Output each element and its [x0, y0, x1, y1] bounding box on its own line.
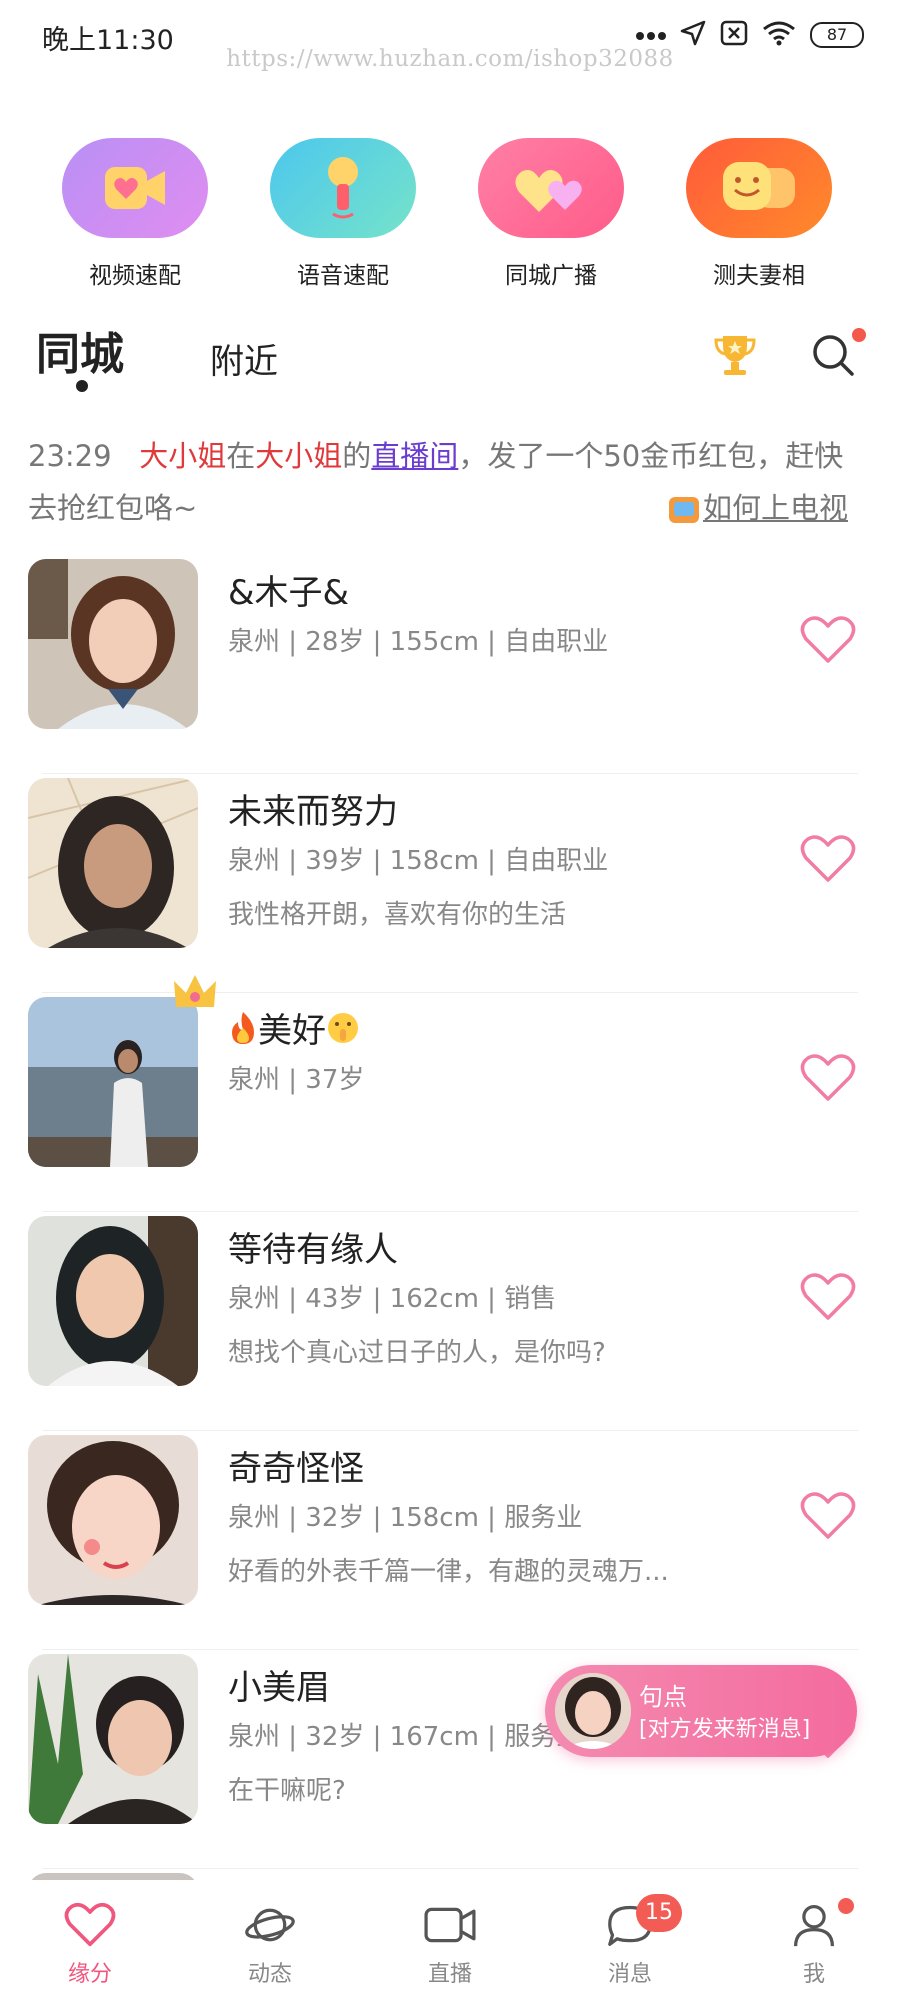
heart-icon: [30, 1902, 150, 1952]
notice-time: 23:29: [28, 439, 112, 473]
user-meta: 泉州 | 32岁 | 167cm | 服务业: [228, 1722, 583, 1752]
quick-entry-label: 同城广播: [505, 263, 597, 289]
location-arrow-icon: [680, 20, 706, 50]
notification-dot: [852, 328, 866, 342]
notice-text: 在: [226, 439, 256, 473]
quick-entry-label: 视频速配: [89, 263, 181, 289]
message-sender-name: 句点: [639, 1683, 687, 1711]
user-bio: 想找个真心过日子的人，是你吗?: [228, 1338, 606, 1368]
status-bar: 晚上11:30 https://www.huzhan.com/ishop3208…: [0, 0, 900, 75]
nav-label: 消息: [607, 1962, 652, 1987]
list-item[interactable]: &木子& 泉州 | 28岁 | 155cm | 自由职业: [0, 555, 900, 774]
like-heart-icon[interactable]: [800, 834, 856, 888]
user-name: &木子&: [228, 573, 350, 613]
user-meta: 泉州 | 39岁 | 158cm | 自由职业: [228, 846, 609, 876]
like-heart-icon[interactable]: [800, 1272, 856, 1326]
sim-off-icon: [720, 20, 748, 50]
avatar[interactable]: [28, 997, 198, 1167]
avatar[interactable]: [28, 778, 198, 948]
nav-label: 缘分: [67, 1962, 112, 1987]
tab-same-city[interactable]: 同城: [36, 318, 124, 382]
tab-nearby[interactable]: 附近: [210, 334, 278, 383]
user-meta: 泉州 | 32岁 | 158cm | 服务业: [228, 1503, 583, 1533]
video-camera-icon: [390, 1902, 510, 1952]
notice-host[interactable]: 大小姐: [255, 439, 342, 473]
unread-badge: 15: [636, 1894, 682, 1932]
tv-icon: [668, 497, 699, 523]
avatar: [555, 1673, 631, 1749]
search-icon[interactable]: [810, 332, 856, 382]
active-tab-indicator: [76, 380, 88, 392]
bottom-navigation: 缘分 动态 直播 15 消息 我: [0, 1880, 900, 2000]
nav-tab-live[interactable]: 直播: [390, 1902, 510, 1988]
quick-entry-video-match[interactable]: 视频速配: [60, 138, 210, 290]
wifi-icon: [762, 20, 796, 50]
user-name: 美好: [258, 1011, 326, 1051]
more-dots-icon: [636, 26, 666, 45]
shush-face-icon: [326, 1011, 360, 1054]
like-heart-icon[interactable]: [800, 1491, 856, 1545]
quick-entry-label: 测夫妻相: [713, 263, 805, 289]
avatar[interactable]: [28, 559, 198, 729]
user-bio: 好看的外表千篇一律，有趣的灵魂万...: [228, 1557, 669, 1587]
how-to-get-on-tv-link[interactable]: 如何上电视: [668, 482, 848, 534]
battery-indicator: 87: [810, 22, 864, 48]
status-icons: 87: [636, 20, 864, 50]
avatar[interactable]: [28, 1435, 198, 1605]
quick-entries: 视频速配 语音速配 同城广播 测夫妻相: [0, 138, 900, 290]
microphone-icon: [270, 138, 416, 238]
new-message-popup[interactable]: 句点 [对方发来新消息]: [545, 1665, 857, 1757]
avatar[interactable]: [28, 1216, 198, 1386]
nav-tab-messages[interactable]: 15 消息: [570, 1894, 690, 1988]
user-meta: 泉州 | 28岁 | 155cm | 自由职业: [228, 627, 609, 657]
quick-entry-label: 语音速配: [297, 263, 389, 289]
quick-entry-voice-match[interactable]: 语音速配: [268, 138, 418, 290]
quick-entry-couple-face[interactable]: 测夫妻相: [684, 138, 834, 290]
tab-bar: 同城 附近: [0, 312, 900, 392]
nav-tab-moments[interactable]: 动态: [210, 1902, 330, 1988]
tv-link-label: 如何上电视: [702, 491, 848, 525]
user-name: 小美眉: [228, 1668, 330, 1708]
message-preview: [对方发来新消息]: [639, 1717, 811, 1742]
user-name: 未来而努力: [228, 792, 398, 832]
user-meta: 泉州 | 43岁 | 162cm | 销售: [228, 1284, 557, 1314]
user-bio: 我性格开朗，喜欢有你的生活: [228, 900, 567, 930]
user-name: 奇奇怪怪: [228, 1449, 364, 1489]
red-packet-notice[interactable]: 23:29 大小姐在大小姐的直播间，发了一个50金币红包，赶快去抢红包咯~ 如何…: [28, 430, 848, 534]
user-meta: 泉州 | 37岁: [228, 1065, 365, 1095]
trophy-icon[interactable]: [712, 332, 758, 382]
nav-label: 直播: [427, 1962, 472, 1987]
list-item[interactable]: 美好 泉州 | 37岁: [0, 975, 900, 1212]
user-bio: 在干嘛呢?: [228, 1776, 346, 1806]
notice-user[interactable]: 大小姐: [139, 439, 226, 473]
avatar[interactable]: [28, 1654, 198, 1824]
video-heart-icon: [62, 138, 208, 238]
nav-label: 动态: [247, 1962, 292, 1987]
list-item[interactable]: 等待有缘人 泉州 | 43岁 | 162cm | 销售 想找个真心过日子的人，是…: [0, 1212, 900, 1431]
person-icon: [754, 1902, 874, 1952]
user-name: 等待有缘人: [228, 1230, 398, 1270]
notification-dot: [838, 1898, 854, 1914]
hearts-icon: [478, 138, 624, 238]
like-heart-icon[interactable]: [800, 615, 856, 669]
crown-icon: [172, 973, 218, 1017]
like-heart-icon[interactable]: [800, 1053, 856, 1107]
user-name-row: 美好: [228, 1003, 360, 1055]
quick-entry-city-broadcast[interactable]: 同城广播: [476, 138, 626, 290]
nav-tab-me[interactable]: 我: [754, 1898, 874, 1988]
live-room-link[interactable]: 直播间: [371, 439, 458, 473]
list-item[interactable]: 未来而努力 泉州 | 39岁 | 158cm | 自由职业 我性格开朗，喜欢有你…: [0, 774, 900, 993]
notice-text: 的: [342, 439, 372, 473]
list-item[interactable]: 奇奇怪怪 泉州 | 32岁 | 158cm | 服务业 好看的外表千篇一律，有趣…: [0, 1431, 900, 1650]
couple-faces-icon: [686, 138, 832, 238]
fire-icon: [228, 1010, 258, 1055]
planet-icon: [210, 1902, 330, 1952]
nav-tab-match[interactable]: 缘分: [30, 1902, 150, 1988]
nav-label: 我: [802, 1962, 825, 1987]
